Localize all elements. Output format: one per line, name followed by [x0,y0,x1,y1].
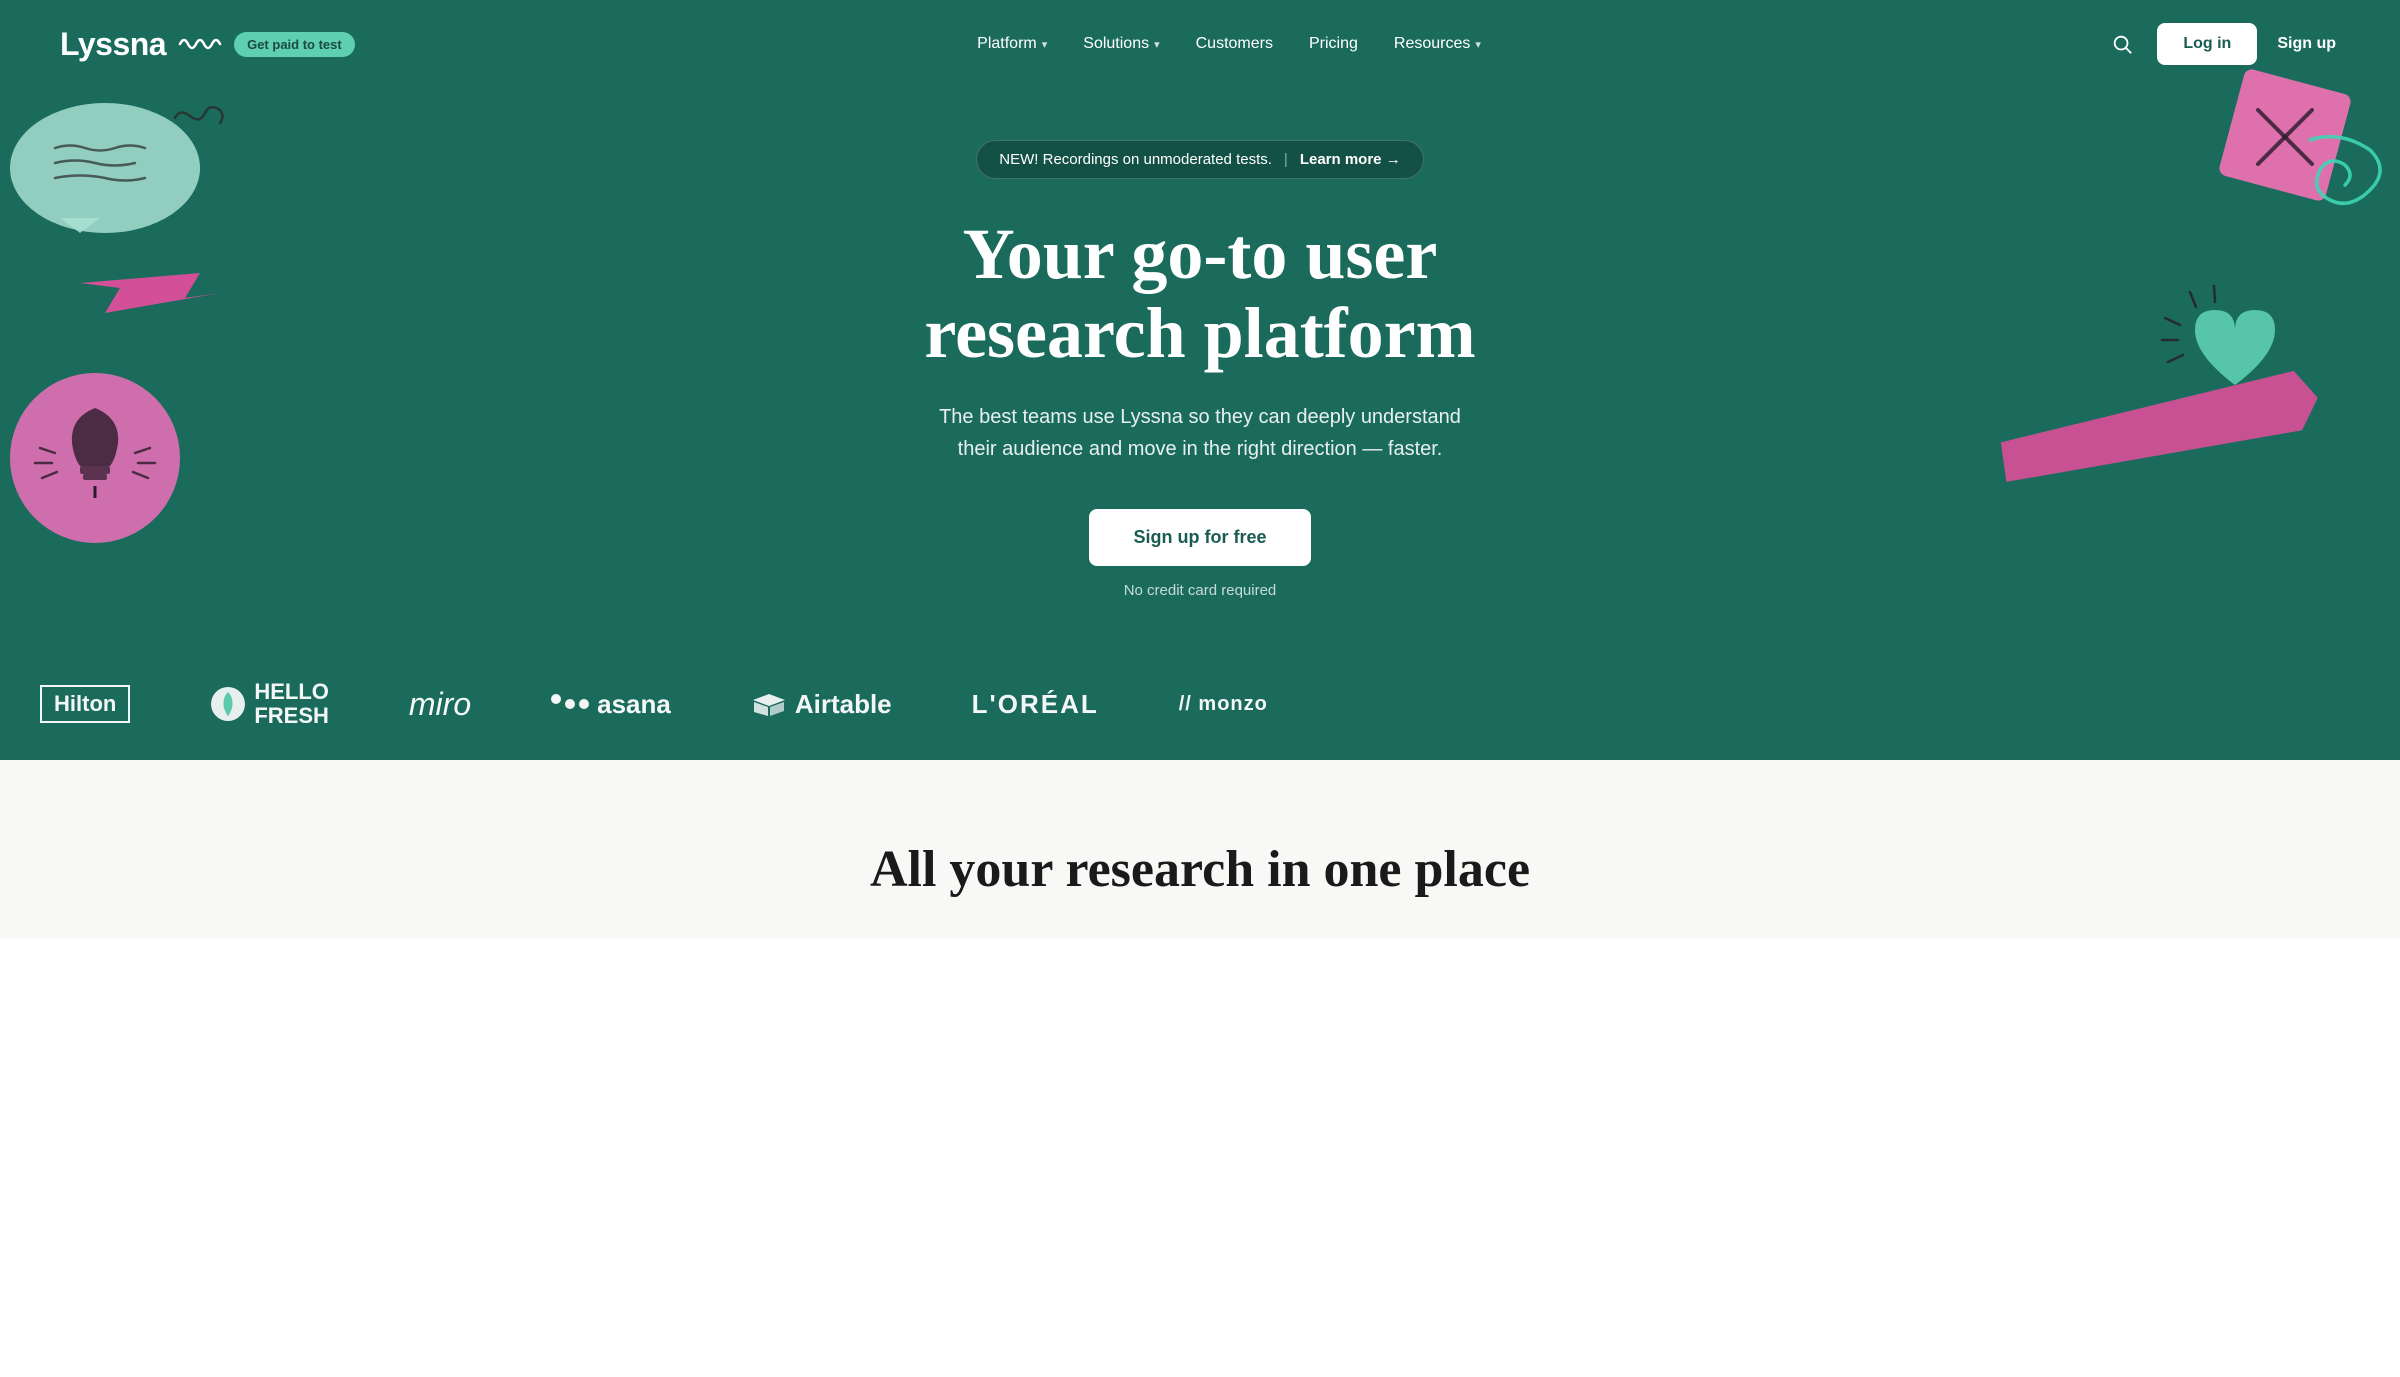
loreal-logo: L'ORÉAL [972,689,1099,720]
airtable-icon [751,690,787,718]
miro-logo: miro [409,686,471,723]
asana-dots-icon [551,699,589,709]
nav-customers[interactable]: Customers [1182,27,1287,61]
announcement-text: NEW! Recordings on unmoderated tests. [999,151,1272,168]
hero-content: NEW! Recordings on unmoderated tests. | … [900,120,1500,620]
monzo-logo: // monzo [1179,693,1268,716]
navbar: Lyssna Get paid to test Platform ▾ Solut… [0,0,2400,88]
login-button[interactable]: Log in [2157,23,2257,65]
asana-logo: asana [551,689,671,720]
brand: Lyssna Get paid to test [60,26,355,63]
airtable-logo: Airtable [751,689,892,720]
hero-subtitle: The best teams use Lyssna so they can de… [920,401,1480,465]
hellofresh-icon [210,686,246,722]
announcement-divider: | [1284,151,1288,168]
nav-resources[interactable]: Resources ▾ [1380,27,1495,61]
section-below: All your research in one place [0,760,2400,939]
no-credit-card-text: No credit card required [1124,582,1277,599]
logo-text: Lyssna [60,26,166,63]
chevron-down-icon: ▾ [1475,38,1481,51]
nav-solutions[interactable]: Solutions ▾ [1069,27,1173,61]
logo-squiggle-icon [178,32,222,56]
nav-platform[interactable]: Platform ▾ [963,27,1061,61]
logo-bar: Hilton HELLOFRESH miro asana [0,680,2400,728]
search-button[interactable] [2103,25,2141,63]
search-icon [2111,33,2133,55]
hero-title: Your go-to user research platform [920,215,1480,373]
nav-links: Platform ▾ Solutions ▾ Customers Pricing… [963,27,1495,61]
section-title: All your research in one place [60,840,2340,899]
nav-pricing[interactable]: Pricing [1295,27,1372,61]
announcement-link[interactable]: Learn more → [1300,151,1401,168]
chevron-down-icon: ▾ [1154,38,1160,51]
cta-button[interactable]: Sign up for free [1089,509,1310,566]
left-decorations [0,88,340,568]
announcement-bar[interactable]: NEW! Recordings on unmoderated tests. | … [976,140,1423,179]
chevron-down-icon: ▾ [1042,38,1048,51]
right-decorations [2000,60,2400,600]
hellofresh-logo: HELLOFRESH [210,680,329,728]
hilton-logo: Hilton [40,685,130,723]
get-paid-badge[interactable]: Get paid to test [234,32,355,57]
nav-actions: Log in Sign up [2103,23,2340,65]
cta-container: Sign up for free No credit card required [920,509,1480,600]
signup-button[interactable]: Sign up [2273,25,2340,63]
hero-section: NEW! Recordings on unmoderated tests. | … [0,0,2400,760]
